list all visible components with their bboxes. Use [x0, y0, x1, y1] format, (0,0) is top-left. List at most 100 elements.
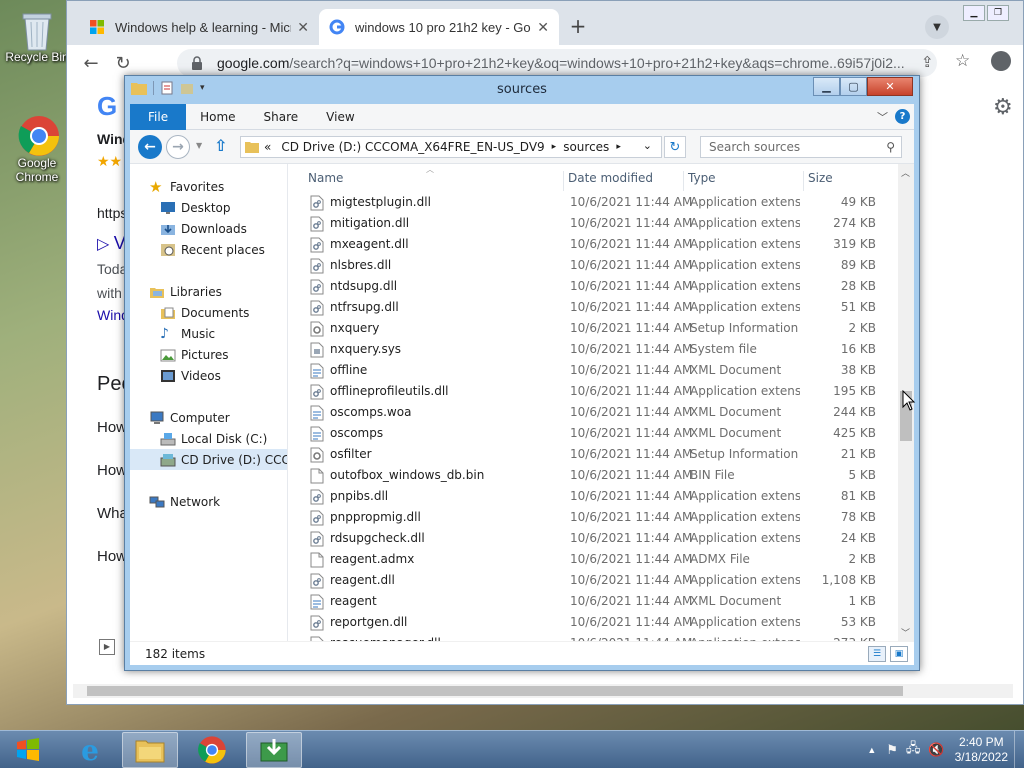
nav-videos[interactable]: Videos: [160, 365, 221, 386]
action-center-flag-icon[interactable]: ⚑: [886, 742, 898, 758]
maximize-button[interactable]: ▢: [840, 77, 867, 96]
nav-music[interactable]: ♪ Music: [160, 323, 215, 344]
bookmark-star-icon[interactable]: ☆: [955, 51, 970, 71]
explorer-title-bar[interactable]: ▾ sources ▁ ▢ ✕: [125, 76, 919, 104]
chrome-desktop-icon[interactable]: Google Chrome: [4, 114, 70, 184]
file-row[interactable]: mxeagent.dll 10/6/2021 11:44 AM Applicatio…: [290, 234, 890, 255]
tab-share[interactable]: Share: [250, 104, 313, 130]
share-icon[interactable]: ⇪: [921, 53, 934, 71]
question-fragment[interactable]: How: [97, 419, 127, 436]
file-row[interactable]: rdsupgcheck.dll 10/6/2021 11:44 AM Applica…: [290, 528, 890, 549]
chrome-horizontal-scrollbar[interactable]: [73, 684, 1013, 698]
nav-pictures[interactable]: Pictures: [160, 344, 229, 365]
address-overflow-chevron[interactable]: «: [259, 140, 276, 154]
profile-avatar[interactable]: [991, 51, 1011, 71]
result-link-fragment[interactable]: ▷ V: [97, 233, 126, 254]
close-tab-icon[interactable]: ✕: [297, 19, 309, 36]
chrome-minimize-button[interactable]: ▁: [963, 5, 985, 21]
taskbar-downloader-app[interactable]: [246, 732, 302, 768]
help-icon[interactable]: ?: [895, 109, 910, 124]
chrome-restore-button[interactable]: ❐: [987, 5, 1009, 21]
file-row[interactable]: reagent.admx 10/6/2021 11:44 AM ADMX File 2…: [290, 549, 890, 570]
address-dropdown-icon[interactable]: ⌄: [638, 139, 657, 152]
address-segment[interactable]: CD Drive (D:) CCCOMA_X64FRE_EN-US_DV9: [276, 140, 549, 154]
close-button[interactable]: ✕: [867, 77, 913, 96]
file-row[interactable]: nxquery.sys 10/6/2021 11:44 AM System file…: [290, 339, 890, 360]
scroll-down-icon[interactable]: ﹀: [901, 626, 910, 639]
settings-gear-icon[interactable]: ⚙: [993, 95, 1013, 120]
close-tab-icon[interactable]: ✕: [537, 19, 549, 36]
column-name[interactable]: Name: [304, 171, 564, 191]
minimize-button[interactable]: ▁: [813, 77, 840, 96]
file-row[interactable]: osfilter 10/6/2021 11:44 AM Setup Informat…: [290, 444, 890, 465]
volume-muted-icon[interactable]: 🔇: [928, 742, 944, 758]
tab-view[interactable]: View: [312, 104, 368, 130]
file-row[interactable]: migtestplugin.dll 10/6/2021 11:44 AM Appli…: [290, 192, 890, 213]
taskbar-internet-explorer[interactable]: e: [62, 732, 118, 768]
file-row[interactable]: oscomps.woa 10/6/2021 11:44 AM XML Documen…: [290, 402, 890, 423]
scroll-up-icon[interactable]: ︿: [901, 166, 910, 179]
address-bar[interactable]: « CD Drive (D:) CCCOMA_X64FRE_EN-US_DV9 …: [240, 136, 662, 158]
nav-recent-places[interactable]: Recent places: [160, 239, 265, 260]
large-icons-view-button[interactable]: ▣: [890, 646, 908, 662]
file-row[interactable]: rescuemanager.dll10/6/2021 11:44 AMAppli…: [290, 633, 890, 641]
file-row[interactable]: outofbox_windows_db.bin 10/6/2021 11:44 A…: [290, 465, 890, 486]
recycle-bin-desktop-icon[interactable]: Recycle Bin: [4, 8, 70, 64]
file-row[interactable]: offlineprofileutils.dll 10/6/2021 11:44 A…: [290, 381, 890, 402]
show-desktop-button[interactable]: [1014, 731, 1024, 768]
nav-documents[interactable]: Documents: [160, 302, 249, 323]
chrome-tab-windows-help[interactable]: Windows help & learning - Micro ✕: [79, 9, 319, 45]
scrollbar-thumb[interactable]: [87, 686, 903, 696]
column-type[interactable]: Type: [684, 171, 804, 191]
play-icon[interactable]: ▶: [99, 639, 115, 655]
file-row[interactable]: nlsbres.dll 10/6/2021 11:44 AM Application…: [290, 255, 890, 276]
question-fragment[interactable]: How: [97, 548, 127, 565]
file-row[interactable]: reagent.dll 10/6/2021 11:44 AM Application…: [290, 570, 890, 591]
file-row[interactable]: mitigation.dll 10/6/2021 11:44 AM Applicat…: [290, 213, 890, 234]
show-hidden-icons-icon[interactable]: ▲: [867, 745, 876, 755]
clock[interactable]: 2:40 PM 3/18/2022: [955, 735, 1008, 765]
breadcrumb-separator-icon[interactable]: ▸: [550, 142, 559, 152]
new-tab-button[interactable]: +: [565, 13, 591, 39]
search-box[interactable]: Search sources ⚲: [700, 136, 902, 158]
file-row[interactable]: reagent 10/6/2021 11:44 AM XML Document 1 K…: [290, 591, 890, 612]
column-size[interactable]: Size: [804, 171, 884, 191]
expand-ribbon-icon[interactable]: ﹀: [877, 109, 888, 125]
file-row[interactable]: pnppropmig.dll 10/6/2021 11:44 AM Applicat…: [290, 507, 890, 528]
taskbar-file-explorer[interactable]: [122, 732, 178, 768]
file-row[interactable]: ntdsupg.dll 10/6/2021 11:44 AM Application…: [290, 276, 890, 297]
nav-downloads[interactable]: Downloads: [160, 218, 247, 239]
tab-search-button[interactable]: ▼: [925, 15, 949, 39]
forward-button[interactable]: →: [166, 135, 190, 159]
breadcrumb-separator-icon[interactable]: ▸: [614, 142, 623, 152]
file-row[interactable]: nxquery 10/6/2021 11:44 AM Setup Informati…: [290, 318, 890, 339]
omnibox[interactable]: google.com/search?q=windows+10+pro+21h2+…: [177, 49, 937, 77]
nav-computer[interactable]: Computer: [149, 407, 230, 428]
start-button[interactable]: [0, 732, 56, 768]
chrome-tab-google-search[interactable]: windows 10 pro 21h2 key - Goog ✕: [319, 9, 559, 45]
tab-file[interactable]: File: [130, 103, 187, 130]
network-tray-icon[interactable]: 🖧: [906, 739, 921, 761]
recent-locations-icon[interactable]: ▼: [196, 141, 202, 150]
column-date-modified[interactable]: Date modified: [564, 171, 684, 191]
taskbar-chrome[interactable]: [184, 732, 240, 768]
nav-cd-drive[interactable]: CD Drive (D:) CCCOMA_X64FRE_EN-US_DV9: [130, 449, 287, 470]
file-row[interactable]: oscomps 10/6/2021 11:44 AM XML Document 425…: [290, 423, 890, 444]
refresh-button[interactable]: ↻: [664, 136, 686, 158]
back-button[interactable]: ←: [138, 135, 162, 159]
file-row[interactable]: pnpibs.dll 10/6/2021 11:44 AM Application …: [290, 486, 890, 507]
file-row[interactable]: ntfrsupg.dll 10/6/2021 11:44 AM Applicatio…: [290, 297, 890, 318]
address-segment[interactable]: sources: [558, 140, 614, 154]
question-fragment[interactable]: How: [97, 462, 127, 479]
up-arrow-icon[interactable]: ⇧: [214, 136, 227, 155]
details-view-button[interactable]: ☰: [868, 646, 886, 662]
nav-network[interactable]: Network: [149, 491, 220, 512]
nav-desktop[interactable]: Desktop: [160, 197, 231, 218]
back-button[interactable]: ←: [75, 47, 107, 79]
google-logo-fragment[interactable]: G: [97, 91, 117, 122]
file-row[interactable]: offline 10/6/2021 11:44 AM XML Document 38 …: [290, 360, 890, 381]
nav-favorites[interactable]: ★ Favorites: [149, 176, 224, 197]
nav-local-disk[interactable]: Local Disk (C:): [160, 428, 267, 449]
nav-libraries[interactable]: Libraries: [149, 281, 222, 302]
tab-home[interactable]: Home: [186, 104, 249, 130]
